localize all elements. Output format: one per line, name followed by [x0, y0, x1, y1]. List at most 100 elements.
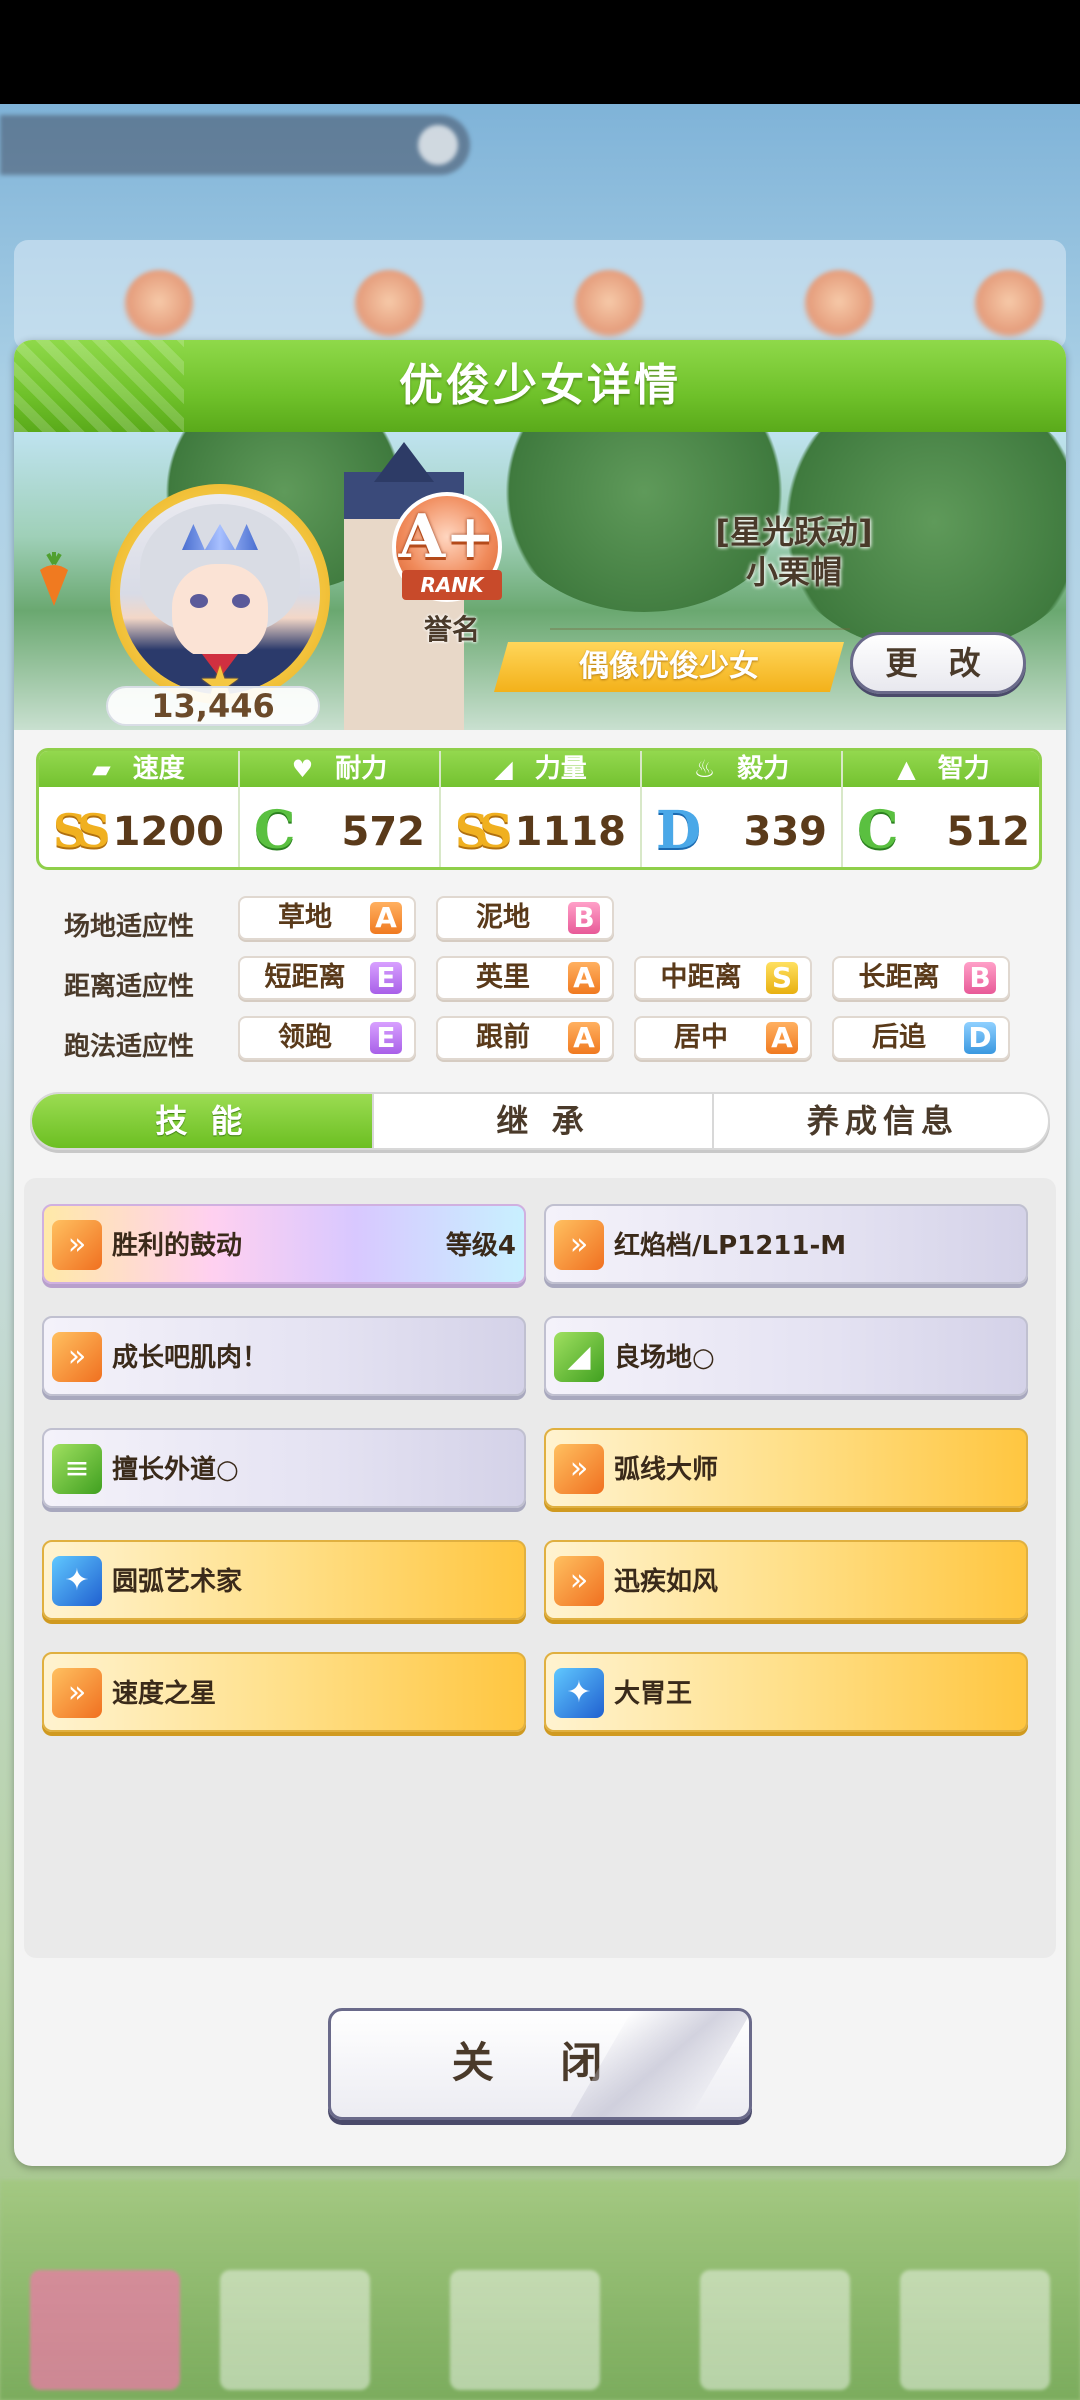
skill-name: 良场地○	[614, 1343, 715, 1373]
tab-inheritance[interactable]: 继 承	[372, 1094, 712, 1148]
speed-icon: »	[554, 1444, 604, 1494]
stat-label: 智力	[937, 754, 990, 784]
skill-name: 红焰档/LP1211-M	[614, 1231, 847, 1261]
close-button[interactable]: 关 闭	[328, 2008, 752, 2120]
aptitude-name: 草地	[278, 902, 332, 933]
stat-guts: ♨ 毅力 D 339	[642, 751, 843, 867]
stat-grade: C	[857, 800, 899, 861]
dialog-header: 优俊少女详情	[14, 340, 1066, 432]
aptitude-mile: 英里 A	[436, 956, 614, 1000]
skill-name: 大胃王	[614, 1679, 693, 1709]
skill-item[interactable]: » 红焰档/LP1211-M	[544, 1204, 1028, 1284]
stat-label: 毅力	[737, 754, 790, 784]
aptitude-grade: B	[964, 962, 996, 994]
skill-item[interactable]: ✦ 圆弧艺术家	[42, 1540, 526, 1620]
carrot-icon	[40, 552, 68, 606]
background-character-row	[14, 240, 1066, 350]
rank-ribbon: RANK	[402, 570, 502, 600]
aptitude-name: 跟前	[476, 1022, 530, 1053]
tab-training-info[interactable]: 养成信息	[712, 1094, 1048, 1148]
aptitude-grade: E	[370, 962, 402, 994]
background-bottom-nav	[0, 2180, 1080, 2400]
aptitude-turf: 草地 A	[238, 896, 416, 940]
aptitude-name: 英里	[476, 962, 530, 993]
aptitude-name: 后追	[872, 1022, 926, 1053]
skill-item[interactable]: » 迅疾如风	[544, 1540, 1028, 1620]
aptitude-name: 居中	[674, 1022, 728, 1053]
style-aptitude-label: 跑法适应性	[64, 1032, 195, 1062]
stat-value: 339	[743, 809, 828, 855]
stat-grade: SS	[53, 804, 111, 858]
aptitude-grade: B	[568, 902, 600, 934]
skill-item[interactable]: ✦ 大胃王	[544, 1652, 1028, 1732]
character-name: 小栗帽	[745, 553, 842, 591]
aptitude-long: 长距离 B	[832, 956, 1010, 1000]
type-label: 偶像优俊少女	[494, 642, 844, 692]
shoe-icon: ▰	[92, 755, 111, 783]
skill-item[interactable]: ◢ 良场地○	[544, 1316, 1028, 1396]
speed-icon: »	[52, 1332, 102, 1382]
aptitude-grade: A	[370, 902, 402, 934]
aptitude-name: 长距离	[858, 962, 940, 993]
stats-panel: ▰ 速度 SS 1200 ♥ 耐力 C 572 ◢ 力量 SS 1118 ♨ 毅力 D	[36, 748, 1042, 870]
skill-name: 成长吧肌肉！	[112, 1343, 269, 1373]
speed-icon: »	[52, 1220, 102, 1270]
aptitude-grade: S	[766, 962, 798, 994]
divider	[550, 628, 850, 630]
stat-power: ◢ 力量 SS 1118	[441, 751, 642, 867]
epithet-text: [星光跃动]	[715, 513, 873, 551]
skill-item[interactable]: » 速度之星	[42, 1652, 526, 1732]
stat-label: 耐力	[335, 754, 388, 784]
skill-item[interactable]: » 胜利的鼓动 等级4	[42, 1204, 526, 1284]
character-epithet: [星光跃动] 小栗帽	[634, 512, 954, 592]
rank-name: 誉名	[423, 613, 480, 646]
skill-item[interactable]: ≡ 擅长外道○	[42, 1428, 526, 1508]
detail-tabs: 技 能 继 承 养成信息	[30, 1092, 1050, 1150]
skill-name: 胜利的鼓动	[112, 1231, 243, 1261]
stat-grade: C	[254, 800, 296, 861]
muscle-icon: ◢	[554, 1332, 604, 1382]
stat-grade: SS	[455, 804, 513, 858]
sparkle-icon: ✦	[52, 1556, 102, 1606]
aptitude-name: 短距离	[264, 962, 346, 993]
aptitude-name: 中距离	[660, 962, 742, 993]
aptitude-grade: A	[568, 1022, 600, 1054]
change-button[interactable]: 更 改	[850, 632, 1026, 694]
muscle-icon: ◢	[494, 755, 513, 783]
stat-stamina: ♥ 耐力 C 572	[240, 751, 441, 867]
aptitude-grade: D	[964, 1022, 996, 1054]
aptitude-pace: 跟前 A	[436, 1016, 614, 1060]
stat-label: 力量	[534, 754, 587, 784]
aptitude-sprint: 短距离 E	[238, 956, 416, 1000]
skill-item[interactable]: » 弧线大师	[544, 1428, 1028, 1508]
skill-name: 擅长外道○	[112, 1455, 239, 1485]
track-aptitude-label: 场地适应性	[64, 912, 195, 942]
speed-icon: »	[554, 1220, 604, 1270]
background-search-bar	[0, 115, 470, 175]
skill-item[interactable]: » 成长吧肌肉！	[42, 1316, 526, 1396]
aptitude-name: 领跑	[278, 1022, 332, 1053]
aptitude-dirt: 泥地 B	[436, 896, 614, 940]
distance-aptitude-label: 距离适应性	[64, 972, 195, 1002]
rating-value: 13,446	[106, 686, 320, 726]
aptitude-front: 领跑 E	[238, 1016, 416, 1060]
aptitude-name: 泥地	[476, 902, 530, 933]
flame-icon: ♨	[693, 755, 716, 783]
heart-icon: ♥	[291, 755, 314, 783]
tab-skills[interactable]: 技 能	[32, 1094, 372, 1148]
sparkle-icon: ✦	[554, 1668, 604, 1718]
aptitude-grade: A	[766, 1022, 798, 1054]
lane-icon: ≡	[52, 1444, 102, 1494]
stat-label: 速度	[132, 754, 185, 784]
speed-icon: »	[554, 1556, 604, 1606]
skill-name: 弧线大师	[614, 1455, 719, 1485]
skill-name: 圆弧艺术家	[112, 1567, 243, 1597]
stat-value: 1200	[112, 809, 224, 855]
speed-icon: »	[52, 1668, 102, 1718]
character-banner: ★ 13,446 A+ RANK 誉名 [星光跃动] 小栗帽 偶像优俊少女 更 …	[14, 432, 1066, 730]
status-bar	[0, 0, 1080, 104]
skill-level: 等级4	[445, 1231, 516, 1261]
skills-list: » 胜利的鼓动 等级4 » 红焰档/LP1211-M » 成长吧肌肉！ ◢ 良场…	[24, 1178, 1056, 1958]
graduation-cap-icon: ▲	[897, 755, 916, 783]
stat-wisdom: ▲ 智力 C 512	[843, 751, 1039, 867]
